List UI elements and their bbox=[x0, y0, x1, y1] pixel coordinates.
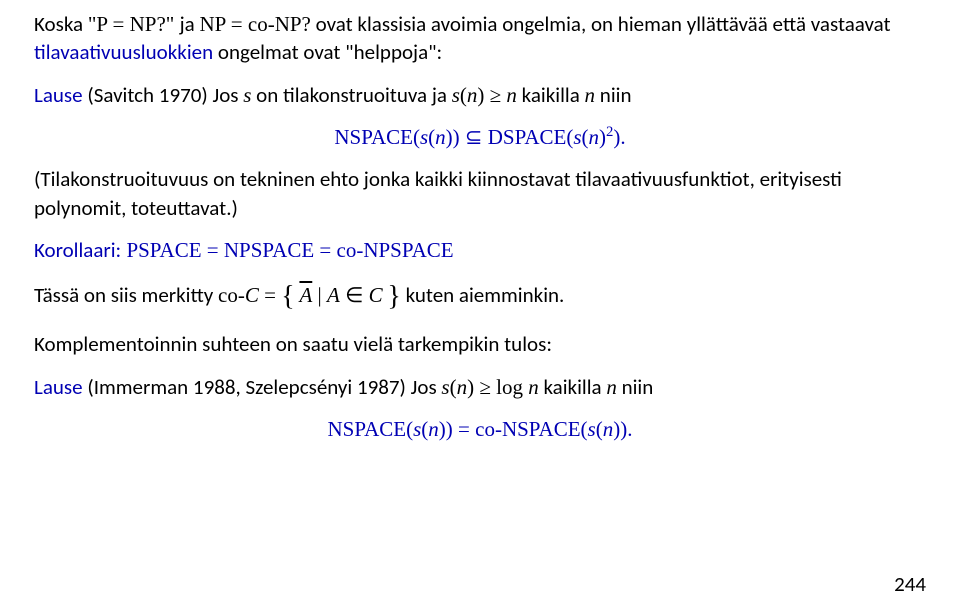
var: n bbox=[428, 417, 439, 441]
var: A bbox=[327, 283, 340, 307]
var-bar: A bbox=[299, 283, 312, 307]
sym: ( bbox=[460, 83, 467, 107]
corollary: Korollaari: PSPACE = NPSPACE = co-NPSPAC… bbox=[34, 236, 926, 264]
text: niin bbox=[595, 82, 631, 108]
co-def: Tässä on siis merkitty co-C = { A | A ∈ … bbox=[34, 278, 926, 316]
sym: ( bbox=[450, 375, 457, 399]
lause-immerman: Lause (Immerman 1988, Szelepcsényi 1987)… bbox=[34, 373, 926, 401]
var: s bbox=[441, 375, 449, 399]
text: "P = NP?" bbox=[88, 12, 180, 36]
sym: )) = co-NSPACE( bbox=[439, 417, 588, 441]
var: n bbox=[457, 375, 468, 399]
var: n bbox=[603, 417, 614, 441]
var: n bbox=[528, 375, 539, 399]
cal-C: C bbox=[245, 283, 259, 307]
label-lause: Lause bbox=[34, 374, 83, 400]
sym: NSPACE( bbox=[334, 125, 420, 149]
sym: )). bbox=[613, 417, 632, 441]
text: ovat klassisia avoimia ongelmia, on hiem… bbox=[311, 11, 891, 37]
sym: co- bbox=[218, 283, 245, 307]
page-number: 244 bbox=[894, 570, 926, 598]
sym: ) bbox=[599, 125, 606, 149]
var: n bbox=[467, 83, 478, 107]
equation-immerman: NSPACE(s(n)) = co-NSPACE(s(n)). bbox=[34, 415, 926, 443]
lause-savitch: Lause (Savitch 1970) Jos s on tilakonstr… bbox=[34, 81, 926, 109]
text: kaikilla bbox=[539, 374, 607, 400]
complement-note: Komplementoinnin suhteen on saatu vielä … bbox=[34, 330, 926, 358]
text: (Savitch 1970) Jos bbox=[83, 82, 244, 108]
cal-C: C bbox=[369, 283, 383, 307]
text: NP = co-NP? bbox=[199, 12, 310, 36]
brace-right-icon: } bbox=[387, 281, 400, 312]
tech-note: (Tilakonstruoituvuus on tekninen ehto jo… bbox=[34, 165, 926, 222]
page: Koska "P = NP?" ja NP = co-NP? ovat klas… bbox=[0, 0, 960, 610]
text-highlight: tilavaativuusluokkien bbox=[34, 39, 213, 65]
label-lause: Lause bbox=[34, 82, 83, 108]
sym: ) ≥ log bbox=[467, 375, 528, 399]
text: Tässä on siis merkitty bbox=[34, 282, 218, 308]
text: on tilakonstruoituva ja bbox=[251, 82, 451, 108]
text: ja bbox=[180, 11, 200, 37]
var: n bbox=[606, 375, 617, 399]
var: s bbox=[573, 125, 581, 149]
sym: ∈ bbox=[340, 283, 369, 307]
sym: NSPACE( bbox=[328, 417, 414, 441]
sym: ( bbox=[582, 125, 589, 149]
sym: ( bbox=[596, 417, 603, 441]
var: n bbox=[585, 83, 596, 107]
brace-left-icon: { bbox=[281, 281, 294, 312]
sym: | bbox=[312, 283, 327, 307]
var: s bbox=[588, 417, 596, 441]
text: kuten aiemminkin. bbox=[401, 282, 565, 308]
sym: ). bbox=[613, 125, 625, 149]
equation-savitch: NSPACE(s(n)) ⊆ DSPACE(s(n)2). bbox=[34, 123, 926, 151]
text: ongelmat ovat "helppoja": bbox=[213, 39, 442, 65]
var: n bbox=[589, 125, 600, 149]
intro-paragraph: Koska "P = NP?" ja NP = co-NP? ovat klas… bbox=[34, 10, 926, 67]
label-korollaari: Korollaari: bbox=[34, 237, 121, 263]
var: s bbox=[420, 125, 428, 149]
var: s bbox=[452, 83, 460, 107]
sym: )) ⊆ DSPACE( bbox=[446, 125, 574, 149]
corollary-eq: PSPACE = NPSPACE = co-NPSPACE bbox=[121, 238, 453, 262]
text: kaikilla bbox=[517, 82, 585, 108]
text: niin bbox=[617, 374, 653, 400]
var: n bbox=[435, 125, 446, 149]
sym: = bbox=[259, 283, 281, 307]
text: (Immerman 1988, Szelepcsényi 1987) Jos bbox=[83, 374, 442, 400]
var: n bbox=[506, 83, 517, 107]
text: Koska bbox=[34, 11, 88, 37]
sym: ) ≥ bbox=[477, 83, 506, 107]
